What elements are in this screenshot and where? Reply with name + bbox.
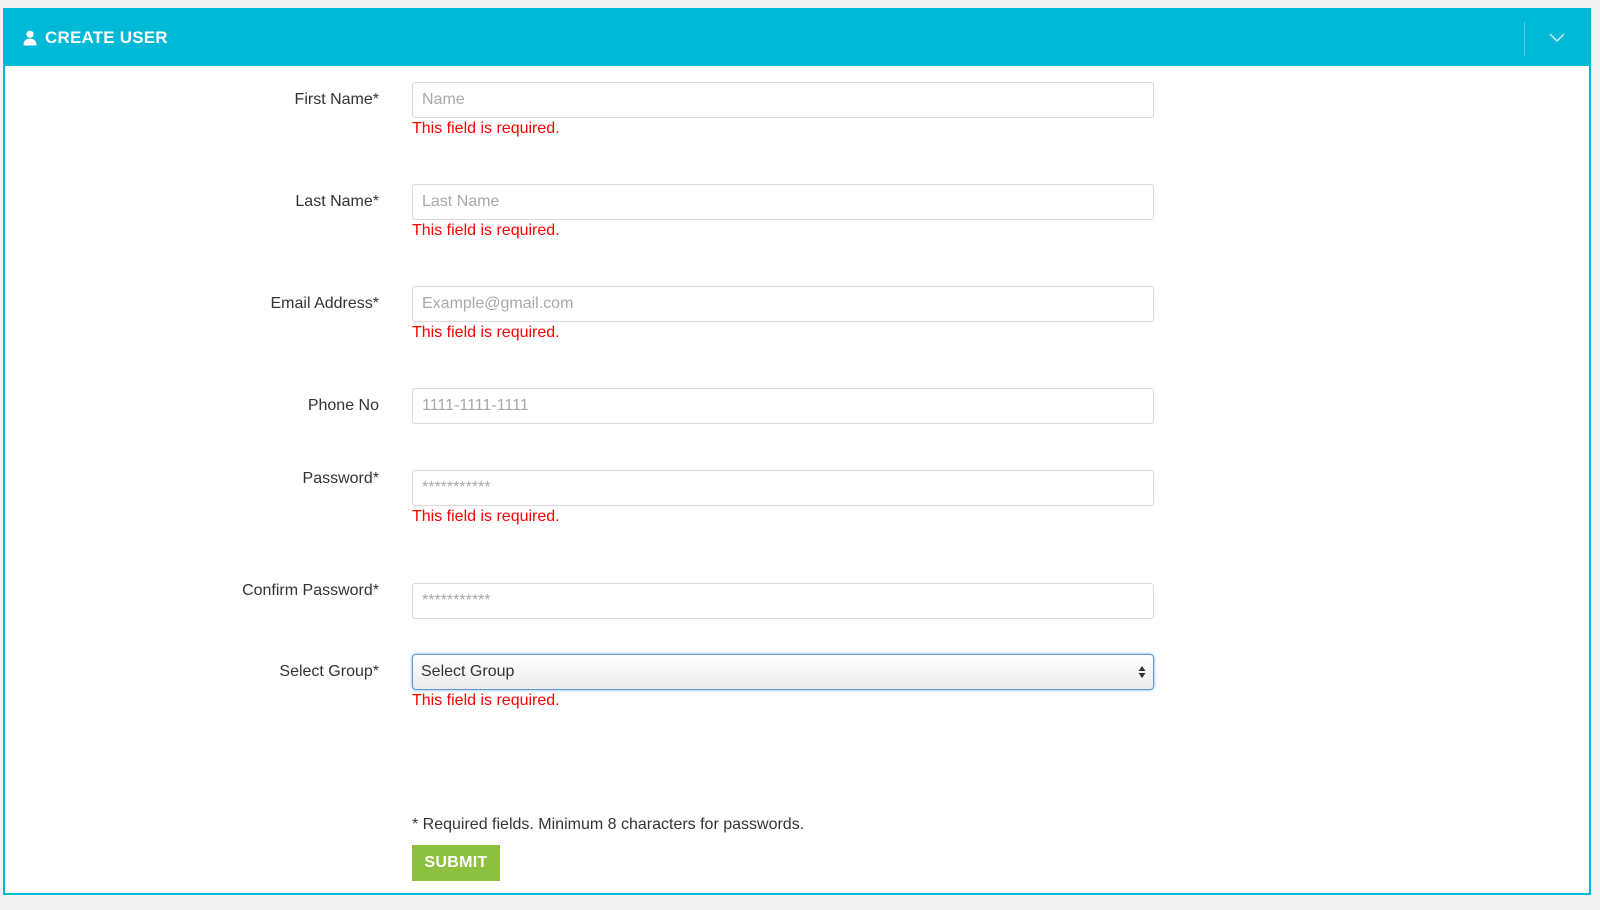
password-error: This field is required. — [412, 508, 560, 525]
password-input[interactable] — [412, 470, 1154, 506]
email-label: Email Address* — [270, 295, 380, 312]
email-error: This field is required. — [412, 324, 560, 341]
phone-label: Phone No — [307, 397, 379, 414]
group-error: This field is required. — [412, 692, 560, 709]
select-arrows-icon — [1138, 664, 1146, 680]
last-name-input[interactable] — [412, 184, 1154, 220]
email-input[interactable] — [412, 286, 1154, 322]
submit-button[interactable]: SUBMIT — [412, 845, 500, 881]
first-name-input[interactable] — [412, 82, 1154, 118]
panel-title: CREATE USER — [23, 28, 168, 48]
phone-input[interactable] — [412, 388, 1154, 424]
group-select-value: Select Group — [421, 663, 515, 680]
required-fields-note: * Required fields. Minimum 8 characters … — [412, 816, 805, 833]
panel-title-text: CREATE USER — [45, 28, 168, 47]
last-name-label: Last Name* — [295, 193, 379, 210]
password-label: Password* — [302, 470, 379, 487]
user-icon — [23, 30, 37, 46]
chevron-down-icon — [1549, 30, 1565, 48]
panel-header: CREATE USER — [5, 10, 1589, 66]
header-divider — [1524, 22, 1525, 56]
confirm-password-label: Confirm Password* — [242, 582, 379, 599]
create-user-panel: CREATE USER First Name* This field is re… — [3, 8, 1591, 895]
first-name-error: This field is required. — [412, 120, 560, 137]
collapse-button[interactable] — [1535, 22, 1579, 56]
confirm-password-input[interactable] — [412, 583, 1154, 619]
first-name-label: First Name* — [294, 91, 379, 108]
group-label: Select Group* — [279, 663, 379, 680]
group-select[interactable]: Select Group — [412, 654, 1154, 690]
last-name-error: This field is required. — [412, 222, 560, 239]
